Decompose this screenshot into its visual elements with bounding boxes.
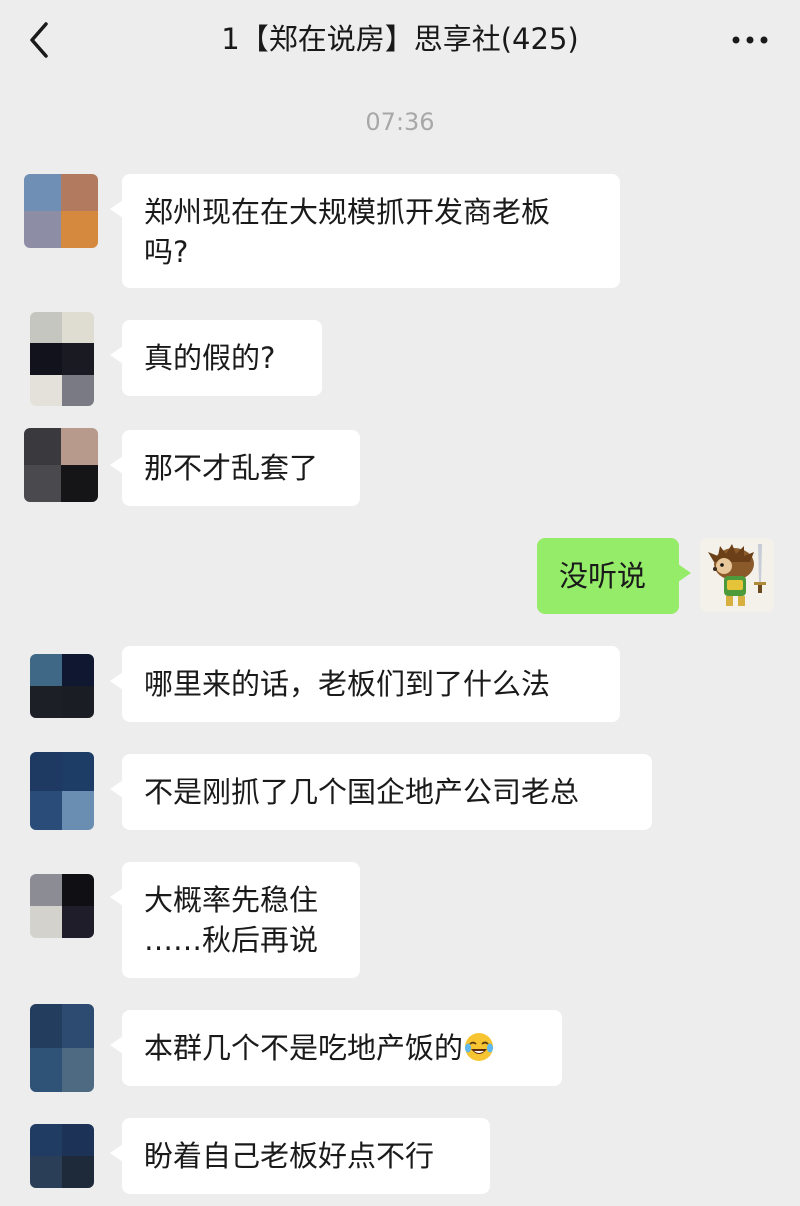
message-text: 真的假的? [144,341,276,375]
more-horizontal-icon [732,36,768,44]
message-row: 没听说 [0,538,800,618]
chat-header: 1【郑在说房】思享社(425) [0,0,800,80]
message-bubble[interactable]: 盼着自己老板好点不行 [110,1118,490,1194]
back-button[interactable] [22,18,62,62]
message-bubble[interactable]: 那不才乱套了 [110,430,360,506]
message-row: 大概率先稳住 ……秋后再说 [0,862,800,982]
message-text: 不是刚抓了几个国企地产公司老总 [144,775,580,809]
avatar[interactable] [24,428,98,502]
message-timestamp: 07:36 [365,108,435,136]
message-bubble[interactable]: 哪里来的话，老板们到了什么法 [110,646,620,722]
avatar[interactable] [30,312,94,406]
avatar[interactable] [700,538,774,612]
chat-title: 1【郑在说房】思享社(425) [221,22,579,56]
message-row: 哪里来的话，老板们到了什么法 [0,644,800,724]
message-text: 哪里来的话，老板们到了什么法 [144,667,551,701]
message-row: 本群几个不是吃地产饭的 [0,1004,800,1094]
chevron-left-icon [30,22,48,58]
more-button[interactable] [730,22,770,58]
avatar[interactable] [30,874,94,938]
message-text: 本群几个不是吃地产饭的 [144,1031,464,1065]
message-bubble[interactable]: 本群几个不是吃地产饭的 [110,1010,562,1086]
avatar[interactable] [30,654,94,718]
message-text: 盼着自己老板好点不行 [144,1139,435,1173]
message-bubble[interactable]: 郑州现在在大规模抓开发商老板 吗? [110,174,620,288]
message-bubble[interactable]: 不是刚抓了几个国企地产公司老总 [110,754,652,830]
hedgehog-knight-icon [708,544,766,606]
message-bubble[interactable]: 大概率先稳住 ……秋后再说 [110,862,360,978]
message-row: 郑州现在在大规模抓开发商老板 吗? [0,170,800,290]
message-bubble[interactable]: 真的假的? [110,320,322,396]
message-bubble[interactable]: 没听说 [537,538,691,614]
message-row: 不是刚抓了几个国企地产公司老总 [0,752,800,832]
avatar[interactable] [30,1124,94,1188]
face-with-tears-of-joy-icon [465,1033,494,1061]
message-text: 郑州现在在大规模抓开发商老板 吗? [144,195,551,269]
message-text: 大概率先稳住 ……秋后再说 [144,883,319,957]
message-text: 那不才乱套了 [144,451,319,485]
message-row: 盼着自己老板好点不行 [0,1116,800,1206]
avatar[interactable] [30,1004,94,1092]
message-text: 没听说 [559,559,647,593]
message-row: 真的假的? [0,312,800,406]
avatar[interactable] [24,174,98,248]
message-row: 那不才乱套了 [0,428,800,508]
avatar[interactable] [30,752,94,830]
